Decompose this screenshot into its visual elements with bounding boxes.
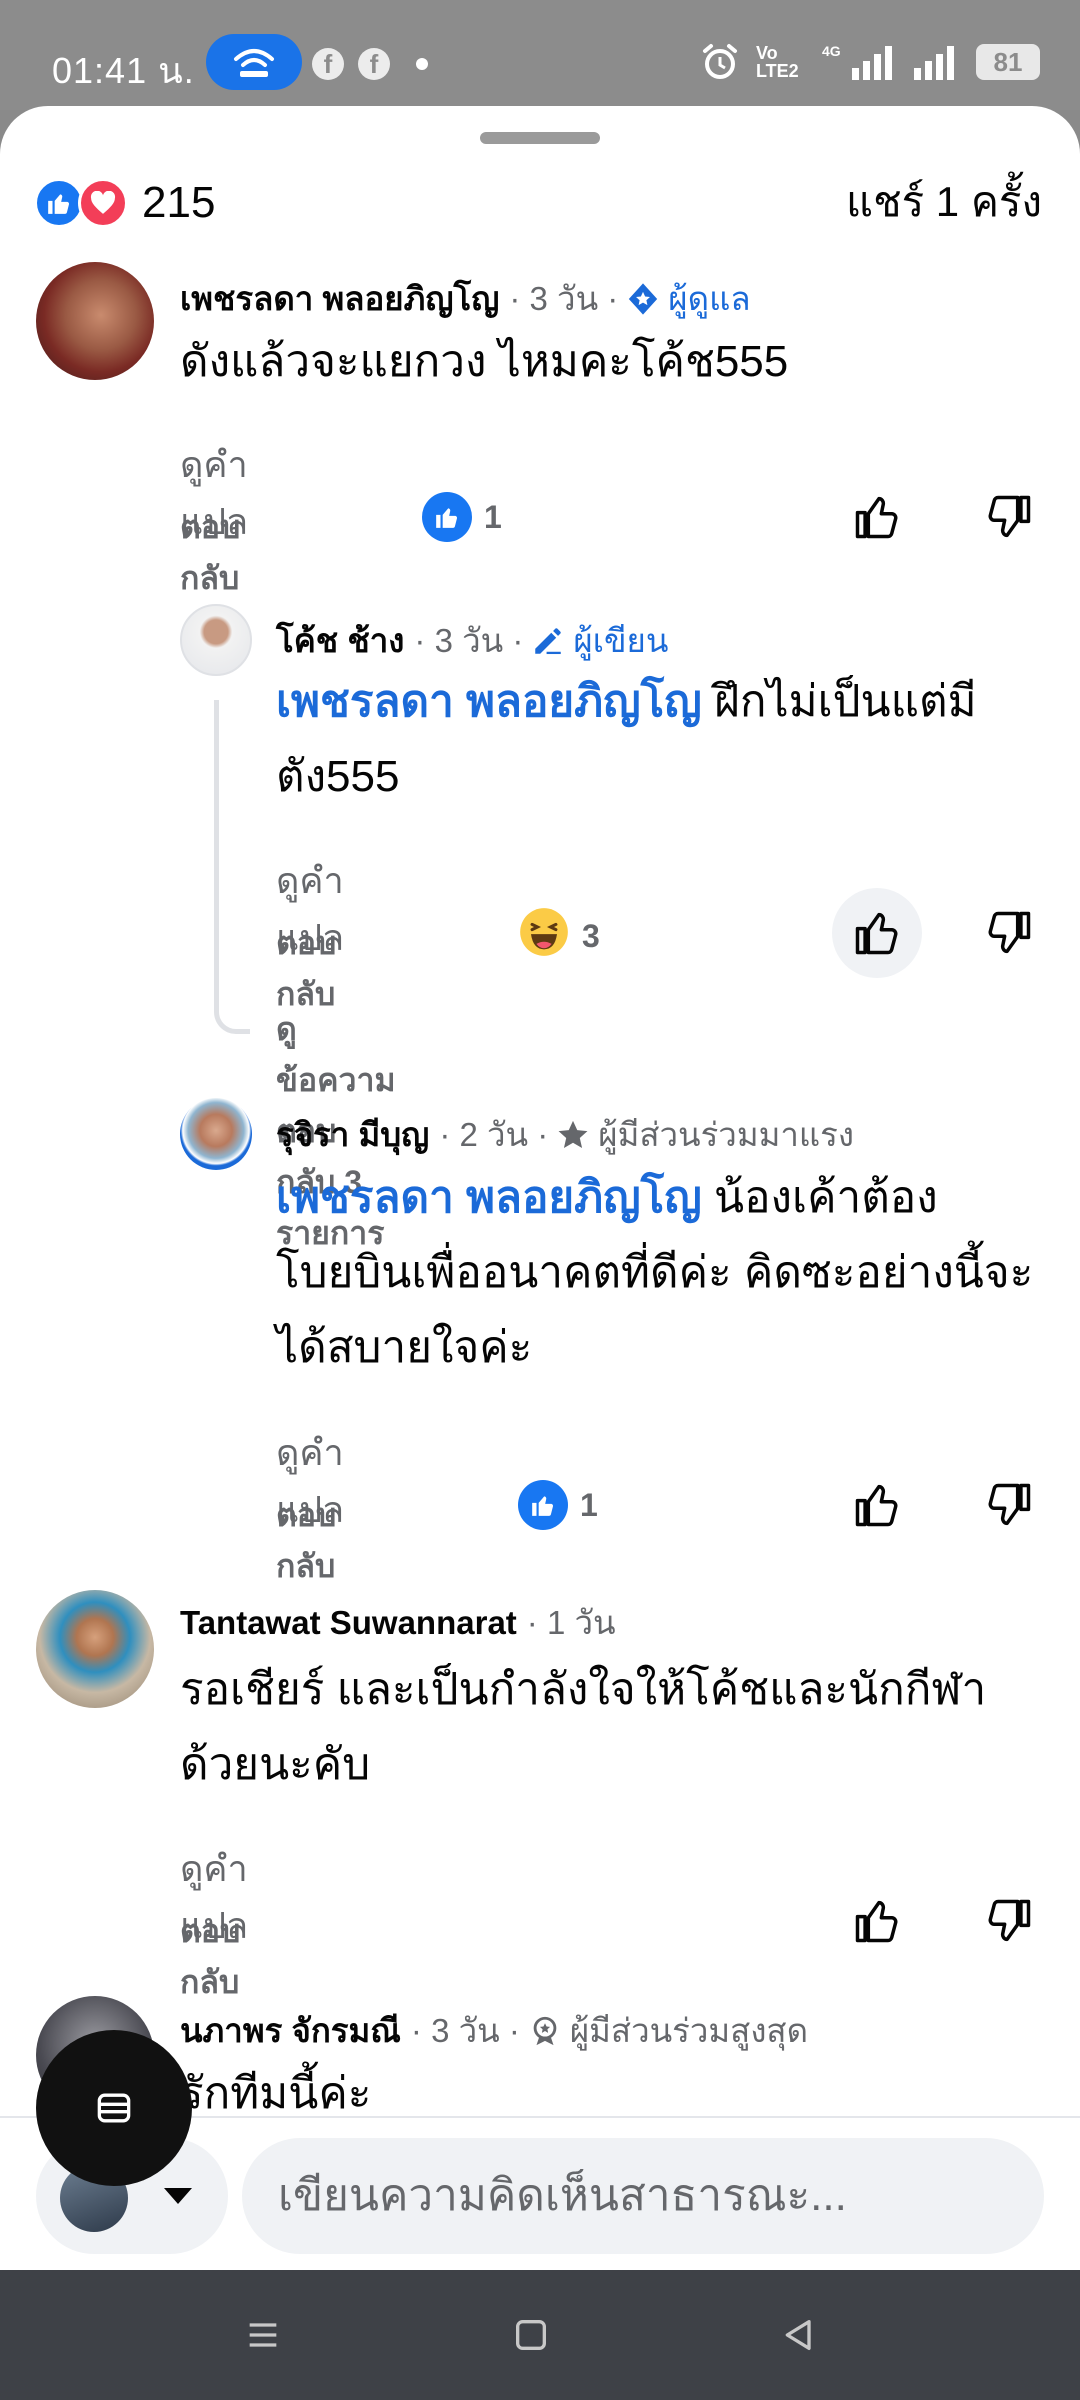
like-reaction-icon [518, 1480, 568, 1530]
battery-indicator: 81 [976, 44, 1040, 80]
mention-link[interactable]: เพชรลดา พลอยภิญโญ [276, 1173, 702, 1222]
status-icons: Vo LTE2 4G 81 [700, 38, 1040, 86]
commenter-name[interactable]: Tantawat Suwannarat [180, 1604, 517, 1642]
menu-nav-button[interactable] [238, 2310, 288, 2360]
facebook-notification-icon: f [312, 48, 344, 80]
badge-label: ผู้มีส่วนร่วมสูงสุด [569, 2012, 808, 2049]
upvote-button[interactable] [832, 472, 922, 562]
signal-icon [914, 46, 954, 80]
comment-time: · 3 วัน · [414, 622, 524, 659]
menu-icon [249, 2323, 277, 2347]
admin-badge[interactable]: ผู้ดูแล [626, 272, 751, 325]
upvote-button[interactable] [832, 888, 922, 978]
haha-reaction-icon [518, 906, 570, 966]
author-badge[interactable]: ผู้เขียน [531, 614, 668, 667]
status-time: 01:41 น. [52, 50, 195, 91]
thumbs-up-icon [855, 496, 898, 539]
thumbs-up-icon [855, 1484, 898, 1527]
reaction-count: 3 [582, 917, 600, 954]
share-count[interactable]: แชร์ 1 ครั้ง [846, 176, 1042, 228]
thumbs-down-icon [988, 1483, 1031, 1526]
love-reaction-icon[interactable] [78, 178, 128, 228]
downvote-button[interactable] [964, 472, 1054, 562]
comment-reactions[interactable]: 1 [518, 1480, 598, 1530]
badge-label: ผู้ดูแล [668, 280, 751, 317]
avatar[interactable] [36, 262, 154, 380]
comment-text: เพชรลดา พลอยภิญโญ น้องเค้าต้องโบยบินเพื่… [276, 1160, 1056, 1385]
thread-connector [214, 700, 250, 1034]
downvote-button[interactable] [964, 1460, 1054, 1550]
upvote-button[interactable] [832, 1460, 922, 1550]
comment-time: · 2 วัน · [439, 1116, 549, 1153]
pencil-icon [535, 627, 562, 654]
reaction-count: 1 [484, 498, 502, 535]
star-icon [558, 1120, 588, 1148]
badge-label: ผู้เขียน [573, 622, 669, 659]
system-navigation-bar [0, 2270, 1080, 2400]
comment-time: · 1 วัน [526, 1604, 616, 1641]
facebook-notification-icon: f [358, 48, 390, 80]
wifi-hotspot-icon [234, 49, 274, 77]
comment-reactions[interactable]: 3 [518, 906, 600, 966]
reaction-count: 1 [580, 1486, 598, 1523]
like-reaction-icon [422, 492, 472, 542]
like-reaction-icon[interactable] [34, 178, 84, 228]
sheet-drag-handle[interactable] [480, 132, 600, 144]
badge-label: ผู้มีส่วนร่วมมาแรง [598, 1116, 854, 1153]
reply-button[interactable]: ตอบกลับ [180, 1906, 240, 2008]
svg-text:4G: 4G [822, 43, 841, 59]
thumbs-down-icon [988, 495, 1031, 538]
home-nav-button[interactable] [506, 2310, 556, 2360]
thumbs-down-icon [988, 911, 1031, 954]
commenter-name[interactable]: เพชรลดา พลอยภิญโญ [180, 272, 499, 325]
status-bar: 01:41 น. f f Vo LTE2 4G 81 [0, 0, 1080, 110]
more-notifications-dot [416, 58, 428, 70]
back-nav-button[interactable] [774, 2310, 824, 2360]
floating-window-button[interactable] [36, 2030, 192, 2186]
comment-reactions[interactable]: 1 [422, 492, 502, 542]
thumbs-up-icon [855, 912, 898, 955]
thumbs-down-icon [988, 1899, 1031, 1942]
avatar[interactable] [36, 1590, 154, 1708]
comment-text: ดังแล้วจะแยกวง ไหมคะโค้ช555 [180, 337, 789, 386]
commenter-name[interactable]: รุจิรา มีบุญ [276, 1108, 429, 1161]
caret-down-icon [164, 2188, 192, 2204]
commenter-name[interactable]: โค้ช ช้าง [276, 614, 404, 667]
home-square-icon [516, 2320, 546, 2350]
admin-shield-icon [629, 282, 658, 315]
rising-fan-badge[interactable]: ผู้มีส่วนร่วมมาแรง [556, 1108, 854, 1161]
downvote-button[interactable] [964, 888, 1054, 978]
screen-switch-icon [97, 2093, 131, 2123]
volte-label: Vo LTE2 [756, 43, 799, 81]
top-fan-badge[interactable]: ผู้มีส่วนร่วมสูงสุด [528, 2004, 808, 2057]
comment-time: · 3 วัน · [509, 280, 619, 317]
alarm-icon [703, 44, 737, 79]
comment-text: เพชรลดา พลอยภิญโญ ฝึกไม่เป็นแต่มีตัง555 [276, 664, 1056, 814]
commenter-name[interactable]: นภาพร จักรมณี [180, 2004, 401, 2057]
comment-text: รอเชียร์ และเป็นกำลังใจให้โค้ชและนักกีฬา… [180, 1665, 987, 1789]
reaction-summary: 215 แชร์ 1 ครั้ง [34, 168, 1042, 240]
comments-sheet: 215 แชร์ 1 ครั้ง เพชรลดา พลอยภิญโญ · 3 ว… [0, 106, 1080, 2270]
medal-icon [533, 2016, 557, 2045]
comment-input[interactable]: เขียนความคิดเห็นสาธารณะ... [242, 2138, 1044, 2254]
comment-time: · 3 วัน · [410, 2012, 520, 2049]
mention-link[interactable]: เพชรลดา พลอยภิญโญ [276, 677, 702, 726]
thumbs-up-icon [855, 1900, 898, 1943]
back-triangle-icon [785, 2320, 811, 2350]
reaction-count[interactable]: 215 [142, 178, 215, 228]
upvote-button[interactable] [832, 1876, 922, 1966]
hotspot-indicator[interactable] [206, 34, 302, 90]
reply-button[interactable]: ตอบกลับ [276, 1490, 336, 1592]
avatar[interactable] [180, 604, 252, 676]
avatar[interactable] [180, 1098, 252, 1170]
downvote-button[interactable] [964, 1876, 1054, 1966]
reply-button[interactable]: ตอบกลับ [180, 502, 240, 604]
signal-4g-icon: 4G [822, 43, 892, 80]
